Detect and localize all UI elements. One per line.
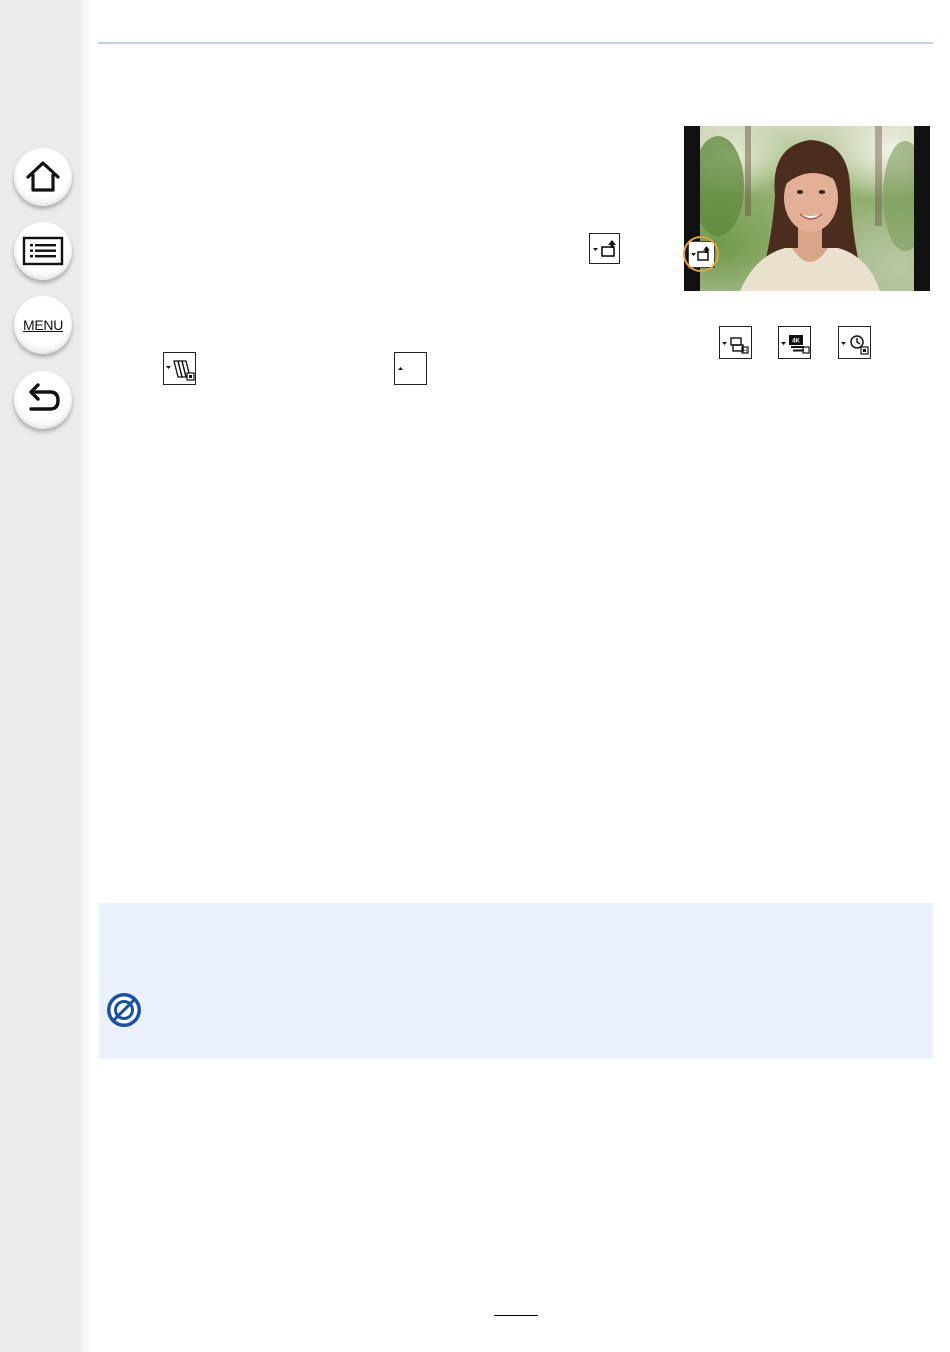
- notes-box: [99, 903, 933, 1059]
- home-button[interactable]: [14, 148, 72, 206]
- menu-button[interactable]: MENU: [14, 296, 72, 354]
- menu-icon: MENU: [22, 317, 64, 333]
- back-button[interactable]: [14, 371, 72, 429]
- contents-button[interactable]: [14, 222, 72, 280]
- 4k-photo-icon: 4K: [778, 326, 811, 359]
- list-icon: [22, 236, 64, 266]
- return-icon: [29, 383, 60, 411]
- highlight-ring: [683, 236, 719, 272]
- sidebar-divider: [81, 0, 89, 1352]
- shutter-type-icon: [589, 233, 620, 264]
- svg-text:H: H: [743, 349, 747, 355]
- single-drive-icon: [394, 352, 427, 385]
- woman-portrait-image: [700, 126, 914, 291]
- home-icon: [26, 161, 60, 192]
- auto-bracket-icon: [163, 352, 196, 385]
- header-rule: [98, 42, 933, 44]
- self-timer-icon: [838, 326, 871, 359]
- not-available-icon: [107, 993, 141, 1027]
- svg-text:4K: 4K: [792, 339, 800, 345]
- sample-photo: [684, 126, 930, 291]
- page-number-rule: [494, 1315, 538, 1316]
- burst-mode-icon: H: [719, 326, 752, 359]
